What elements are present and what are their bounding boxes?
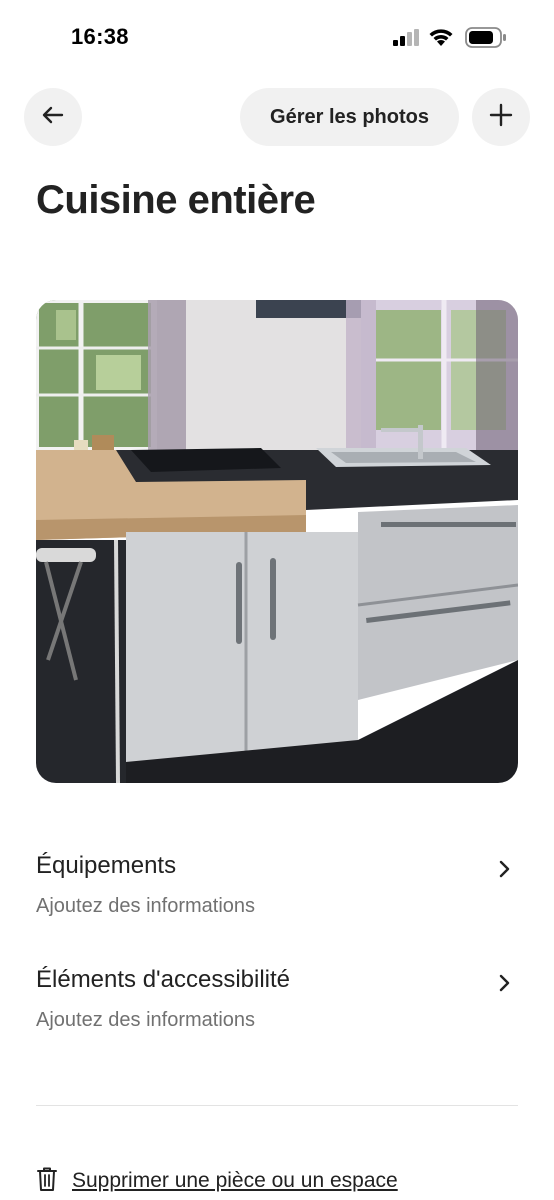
battery-icon	[465, 27, 507, 54]
manage-photos-button[interactable]: Gérer les photos	[240, 88, 459, 146]
delete-room-label: Supprimer une pièce ou un espace	[72, 1169, 398, 1192]
cellular-signal-icon	[393, 29, 423, 52]
wifi-icon	[428, 26, 454, 53]
room-photo[interactable]	[36, 300, 518, 783]
page-title: Cuisine entière	[36, 178, 316, 222]
delete-room-link[interactable]: Supprimer une pièce ou un espace	[36, 1165, 398, 1197]
divider	[36, 1105, 518, 1106]
back-button[interactable]	[24, 88, 82, 146]
trash-icon	[36, 1166, 58, 1197]
status-time: 16:38	[71, 24, 129, 49]
accessibility-row[interactable]: Éléments d'accessibilité Ajoutez des inf…	[36, 966, 518, 1046]
add-button[interactable]	[472, 88, 530, 146]
status-bar: 16:38	[0, 0, 554, 76]
amenities-subtitle: Ajoutez des informations	[36, 895, 256, 917]
arrow-left-icon	[40, 102, 66, 133]
room-details-page: 16:38 Gérer les photos Cuisine entière É…	[0, 0, 554, 1200]
chevron-right-icon	[498, 859, 512, 884]
accessibility-subtitle: Ajoutez des informations	[36, 1009, 256, 1031]
amenities-row[interactable]: Équipements Ajoutez des informations	[36, 852, 518, 932]
chevron-right-icon	[498, 973, 512, 998]
plus-icon	[488, 102, 514, 133]
amenities-title: Équipements	[36, 852, 177, 879]
accessibility-title: Éléments d'accessibilité	[36, 966, 291, 993]
